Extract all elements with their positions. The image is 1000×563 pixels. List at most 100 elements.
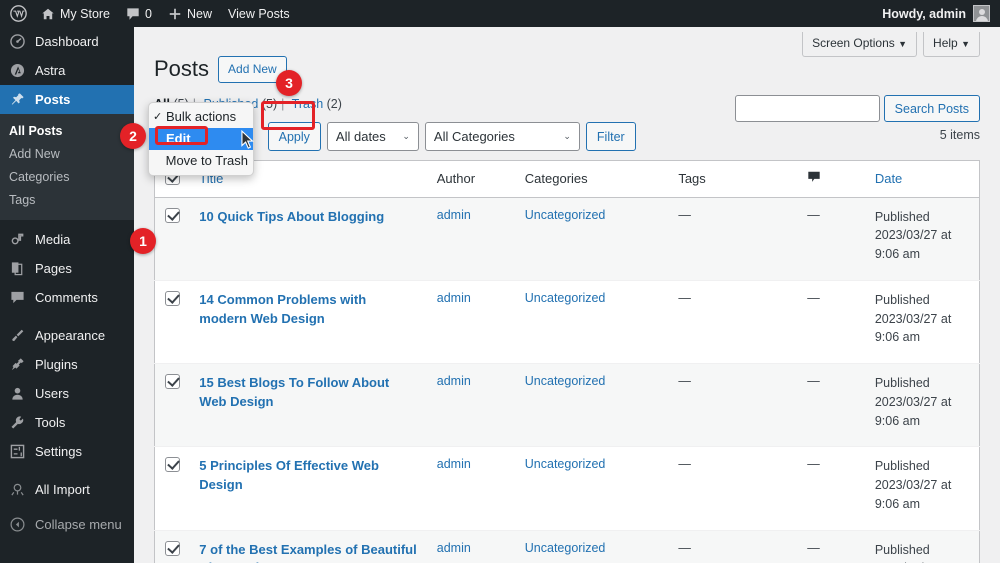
bulk-action-option-move-to-trash[interactable]: Move to Trash bbox=[149, 150, 253, 172]
admin-bar: My Store 0 New View Posts Howdy, admin bbox=[0, 0, 1000, 27]
comments-count: 0 bbox=[145, 6, 152, 21]
sidebar-item-label: Appearance bbox=[35, 328, 106, 343]
post-title-link[interactable]: 10 Quick Tips About Blogging bbox=[199, 208, 416, 227]
comments-bubble-button[interactable]: 0 bbox=[118, 0, 160, 27]
row-checkbox[interactable] bbox=[165, 290, 180, 306]
collapse-menu-button[interactable]: Collapse menu bbox=[0, 510, 134, 539]
sidebar-item-astra[interactable]: Astra bbox=[0, 56, 134, 85]
row-checkbox-cell[interactable] bbox=[154, 279, 190, 364]
bulk-actions-dropdown-menu[interactable]: ✓ Bulk actions Edit Move to Trash bbox=[148, 102, 254, 176]
bulk-action-option-bulk-actions[interactable]: ✓ Bulk actions bbox=[149, 106, 253, 128]
home-icon bbox=[41, 7, 55, 21]
filter-button[interactable]: Filter bbox=[585, 122, 636, 152]
row-checkbox[interactable] bbox=[165, 540, 180, 556]
sidebar-item-tools[interactable]: Tools bbox=[0, 408, 134, 437]
row-checkbox[interactable] bbox=[165, 457, 180, 473]
table-header-row: Title Author Categories Tags Date bbox=[154, 160, 980, 198]
post-author-link[interactable]: admin bbox=[437, 374, 471, 388]
bulk-action-option-edit[interactable]: Edit bbox=[149, 128, 253, 150]
separator: | bbox=[281, 96, 285, 111]
post-title-link[interactable]: 5 Principles Of Effective Web Design bbox=[199, 457, 416, 495]
post-date: 2023/03/27 at 9:06 am bbox=[874, 311, 952, 345]
sidebar-item-comments[interactable]: Comments bbox=[0, 283, 134, 312]
row-checkbox-cell[interactable] bbox=[154, 529, 190, 563]
row-tags-cell: — bbox=[668, 363, 798, 447]
search-input[interactable] bbox=[734, 95, 880, 122]
plug-icon bbox=[9, 356, 26, 373]
post-title-link[interactable]: 15 Best Blogs To Follow About Web Design bbox=[199, 374, 416, 412]
post-status: Published bbox=[874, 292, 930, 307]
post-category-link[interactable]: Uncategorized bbox=[525, 208, 606, 222]
post-title-link[interactable]: 7 of the Best Examples of Beautiful Blog… bbox=[199, 541, 416, 563]
wordpress-logo-icon bbox=[10, 5, 27, 22]
sidebar-divider bbox=[0, 466, 134, 475]
row-checkbox-cell[interactable] bbox=[154, 446, 190, 531]
view-label: Trash bbox=[291, 96, 324, 111]
sidebar-item-media[interactable]: Media bbox=[0, 225, 134, 254]
page-title: Posts bbox=[154, 56, 210, 81]
post-category-link[interactable]: Uncategorized bbox=[525, 541, 606, 555]
search-posts-button[interactable]: Search Posts bbox=[883, 95, 980, 122]
post-author-link[interactable]: admin bbox=[437, 208, 471, 222]
row-checkbox[interactable] bbox=[165, 374, 180, 390]
row-title-cell: 15 Best Blogs To Follow About Web Design bbox=[189, 363, 427, 447]
post-author-link[interactable]: admin bbox=[437, 541, 471, 555]
chevron-down-icon: ▼ bbox=[961, 39, 970, 49]
row-author-cell: admin bbox=[426, 529, 515, 563]
view-link-trash[interactable]: Trash bbox=[292, 97, 324, 111]
row-categories-cell: Uncategorized bbox=[514, 446, 669, 531]
category-filter-select[interactable]: All Categories ⌄ bbox=[424, 122, 580, 152]
posts-table: Title Author Categories Tags Date 10 Qui… bbox=[154, 159, 980, 563]
sidebar-item-tags[interactable]: Tags bbox=[0, 189, 134, 212]
sidebar-item-settings[interactable]: Settings bbox=[0, 437, 134, 466]
annotation-badge-3: 3 bbox=[276, 70, 302, 96]
row-checkbox-cell[interactable] bbox=[154, 363, 190, 447]
sidebar-item-all-posts[interactable]: All Posts bbox=[0, 120, 134, 143]
row-author-cell: admin bbox=[426, 363, 515, 447]
row-author-cell: admin bbox=[426, 446, 515, 531]
sidebar-item-add-new[interactable]: Add New bbox=[0, 143, 134, 166]
row-title-cell: 5 Principles Of Effective Web Design bbox=[189, 446, 427, 531]
column-header-date[interactable]: Date bbox=[864, 160, 980, 198]
wordpress-logo-button[interactable] bbox=[0, 0, 33, 27]
post-category-link[interactable]: Uncategorized bbox=[525, 374, 606, 388]
apply-button-top[interactable]: Apply bbox=[267, 122, 321, 152]
sidebar-item-plugins[interactable]: Plugins bbox=[0, 350, 134, 379]
comment-bubble-icon bbox=[9, 289, 26, 306]
posts-submenu: All Posts Add New Categories Tags bbox=[0, 114, 134, 220]
sidebar-item-categories[interactable]: Categories bbox=[0, 166, 134, 189]
view-posts-button[interactable]: View Posts bbox=[220, 0, 298, 27]
sidebar-item-label: Posts bbox=[35, 92, 71, 107]
comment-bubble-icon bbox=[126, 7, 140, 21]
post-author-link[interactable]: admin bbox=[437, 457, 471, 471]
sidebar-item-dashboard[interactable]: Dashboard bbox=[0, 27, 134, 56]
date-filter-select[interactable]: All dates ⌄ bbox=[326, 122, 419, 152]
sidebar-item-users[interactable]: Users bbox=[0, 379, 134, 408]
site-name-button[interactable]: My Store bbox=[33, 0, 118, 27]
help-button[interactable]: Help ▼ bbox=[923, 32, 980, 57]
row-checkbox-cell[interactable] bbox=[154, 196, 190, 281]
account-menu[interactable]: Howdy, admin bbox=[882, 5, 1000, 22]
post-author-link[interactable]: admin bbox=[437, 291, 471, 305]
sidebar-item-appearance[interactable]: Appearance bbox=[0, 321, 134, 350]
post-status: Published bbox=[874, 209, 930, 224]
sidebar-item-posts[interactable]: Posts bbox=[0, 85, 134, 114]
column-date-label[interactable]: Date bbox=[875, 171, 902, 186]
search-box: Search Posts bbox=[734, 95, 980, 122]
row-date-cell: Published 2023/03/27 at 9:06 am bbox=[864, 279, 980, 364]
sidebar-item-label: Settings bbox=[35, 444, 82, 459]
post-title-link[interactable]: 14 Common Problems with modern Web Desig… bbox=[199, 291, 416, 329]
row-checkbox[interactable] bbox=[165, 207, 180, 223]
post-category-link[interactable]: Uncategorized bbox=[525, 457, 606, 471]
chevron-down-icon: ⌄ bbox=[563, 131, 571, 142]
sidebar-item-all-import[interactable]: All Import bbox=[0, 475, 134, 504]
view-count-published: (5) bbox=[261, 96, 278, 111]
screen-options-button[interactable]: Screen Options ▼ bbox=[802, 32, 918, 57]
view-posts-label: View Posts bbox=[227, 6, 290, 21]
column-header-comments bbox=[797, 160, 865, 198]
row-tags-cell: — bbox=[668, 279, 798, 364]
sidebar-item-pages[interactable]: Pages bbox=[0, 254, 134, 283]
new-content-button[interactable]: New bbox=[160, 0, 220, 27]
post-category-link[interactable]: Uncategorized bbox=[525, 291, 606, 305]
row-comments-cell: — bbox=[797, 529, 865, 563]
